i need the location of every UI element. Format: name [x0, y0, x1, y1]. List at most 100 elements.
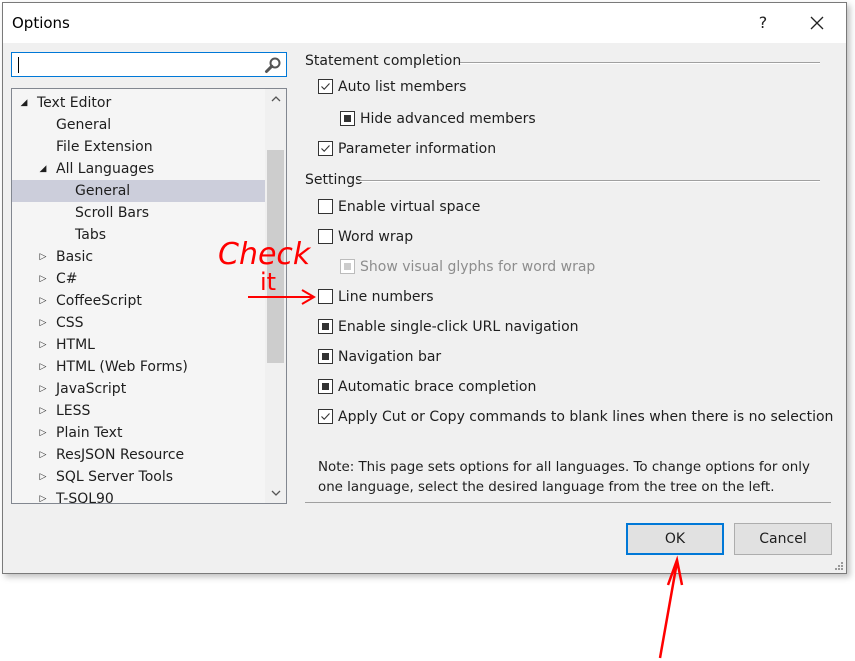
collapsed-arrow-icon[interactable]: ▷ [37, 334, 49, 356]
expanded-arrow-icon[interactable]: ◢ [37, 158, 49, 180]
tree-item[interactable]: ▷ ResJSON Resource [12, 444, 265, 466]
section-divider [460, 62, 820, 64]
option-label: Word wrap [338, 229, 414, 245]
checkbox-indeterminate[interactable] [318, 349, 333, 364]
tree-item[interactable]: ▷ JavaScript [12, 378, 265, 400]
indeterminate-fill-icon [344, 263, 351, 270]
tree-item[interactable]: ◢ All Languages [12, 158, 265, 180]
checkbox-unchecked[interactable] [318, 289, 333, 304]
collapsed-arrow-icon[interactable]: ▷ [37, 444, 49, 466]
tree-item[interactable]: ▷ CSS [12, 312, 265, 334]
checkmark-icon [321, 145, 330, 152]
chevron-up-icon[interactable] [265, 89, 286, 109]
close-button[interactable] [805, 11, 829, 35]
tree-item-label: LESS [56, 403, 91, 419]
tree-item-label: JavaScript [56, 381, 127, 397]
collapsed-arrow-icon[interactable]: ▷ [37, 290, 49, 312]
expanded-arrow-icon[interactable]: ◢ [18, 92, 30, 114]
tree-item[interactable]: ▷ HTML [12, 334, 265, 356]
checkbox-checked[interactable] [318, 79, 333, 94]
search-icon[interactable] [264, 56, 282, 74]
resize-grip-icon[interactable] [834, 561, 844, 571]
tree-item-label: Text Editor [37, 95, 112, 111]
tree-item-label: Scroll Bars [75, 205, 150, 221]
tree-item[interactable]: Tabs [12, 224, 265, 246]
tree-item[interactable]: ▷ Plain Text [12, 422, 265, 444]
annotation-arrow-up [658, 555, 684, 659]
tree-item-label: CoffeeScript [56, 293, 142, 309]
tree-item-label: T-SQL90 [56, 491, 114, 504]
tree-scrollbar[interactable] [265, 89, 286, 503]
checkbox-indeterminate[interactable] [318, 319, 333, 334]
search-box[interactable] [11, 52, 287, 77]
tree-item-label: All Languages [56, 161, 155, 177]
search-input[interactable] [16, 55, 260, 76]
indeterminate-fill-icon [322, 353, 329, 360]
footer-divider [305, 502, 831, 503]
checkbox-unchecked[interactable] [318, 199, 333, 214]
tree-item[interactable]: General [12, 180, 265, 202]
checkbox-unchecked[interactable] [318, 229, 333, 244]
tree-item[interactable]: Scroll Bars [12, 202, 265, 224]
section-heading-settings: Settings [305, 172, 363, 188]
tree-item[interactable]: ◢ Text Editor [12, 92, 265, 114]
options-dialog: Options ? ◢ Text Editor General File Extens… [2, 2, 847, 574]
option-label: Apply Cut or Copy commands to blank line… [338, 409, 834, 425]
close-icon [810, 16, 824, 30]
checkbox-checked[interactable] [318, 141, 333, 156]
checkbox-indeterminate[interactable] [340, 111, 355, 126]
tree-item-label: File Extension [56, 139, 153, 155]
checkbox-indeterminate [340, 259, 355, 274]
section-divider [360, 180, 820, 182]
title-bar: Options ? [3, 3, 846, 43]
option-label: Hide advanced members [360, 111, 536, 127]
tree-item[interactable]: ▷ SQL Server Tools [12, 466, 265, 488]
tree-item[interactable]: File Extension [12, 136, 265, 158]
collapsed-arrow-icon[interactable]: ▷ [37, 466, 49, 488]
collapsed-arrow-icon[interactable]: ▷ [37, 422, 49, 444]
cancel-button[interactable]: Cancel [734, 523, 832, 555]
option-label: Auto list members [338, 79, 467, 95]
ok-button[interactable]: OK [626, 523, 724, 555]
text-caret [18, 57, 19, 73]
collapsed-arrow-icon[interactable]: ▷ [37, 400, 49, 422]
collapsed-arrow-icon[interactable]: ▷ [37, 356, 49, 378]
note-line-2: one language, select the desired languag… [318, 480, 775, 495]
indeterminate-fill-icon [322, 323, 329, 330]
collapsed-arrow-icon[interactable]: ▷ [37, 312, 49, 334]
tree-item-label: CSS [56, 315, 84, 331]
note-line-1: Note: This page sets options for all lan… [318, 460, 810, 475]
collapsed-arrow-icon[interactable]: ▷ [37, 488, 49, 503]
option-label: Parameter information [338, 141, 497, 157]
checkmark-icon [321, 83, 330, 90]
help-button[interactable]: ? [753, 11, 773, 35]
tree-item-label: Basic [56, 249, 94, 265]
checkbox-indeterminate[interactable] [318, 379, 333, 394]
options-tree: ◢ Text Editor General File Extension ◢ All La… [11, 88, 287, 504]
collapsed-arrow-icon[interactable]: ▷ [37, 378, 49, 400]
note-text: Note: This page sets options for all lan… [318, 458, 818, 498]
tree-item[interactable]: ▷ CoffeeScript [12, 290, 265, 312]
tree-item-label: Plain Text [56, 425, 123, 441]
scrollbar-thumb[interactable] [267, 150, 284, 363]
tree-item[interactable]: General [12, 114, 265, 136]
indeterminate-fill-icon [322, 383, 329, 390]
indeterminate-fill-icon [344, 115, 351, 122]
option-label: Show visual glyphs for word wrap [360, 259, 596, 275]
collapsed-arrow-icon[interactable]: ▷ [37, 268, 49, 290]
tree-item-label: HTML [56, 337, 95, 353]
tree-item[interactable]: ▷ C# [12, 268, 265, 290]
option-label: Automatic brace completion [338, 379, 537, 395]
collapsed-arrow-icon[interactable]: ▷ [37, 246, 49, 268]
section-heading-statement-completion: Statement completion [305, 53, 462, 69]
tree-item[interactable]: ▷ LESS [12, 400, 265, 422]
dialog-title: Options [12, 14, 70, 32]
option-label: Enable virtual space [338, 199, 481, 215]
checkbox-checked[interactable] [318, 409, 333, 424]
tree-item[interactable]: ▷ T-SQL90 [12, 488, 265, 504]
chevron-down-icon[interactable] [265, 483, 286, 503]
tree-item[interactable]: ▷ Basic [12, 246, 265, 268]
tree-item-label: C# [56, 271, 78, 287]
tree-item[interactable]: ▷ HTML (Web Forms) [12, 356, 265, 378]
option-label: Enable single-click URL navigation [338, 319, 579, 335]
